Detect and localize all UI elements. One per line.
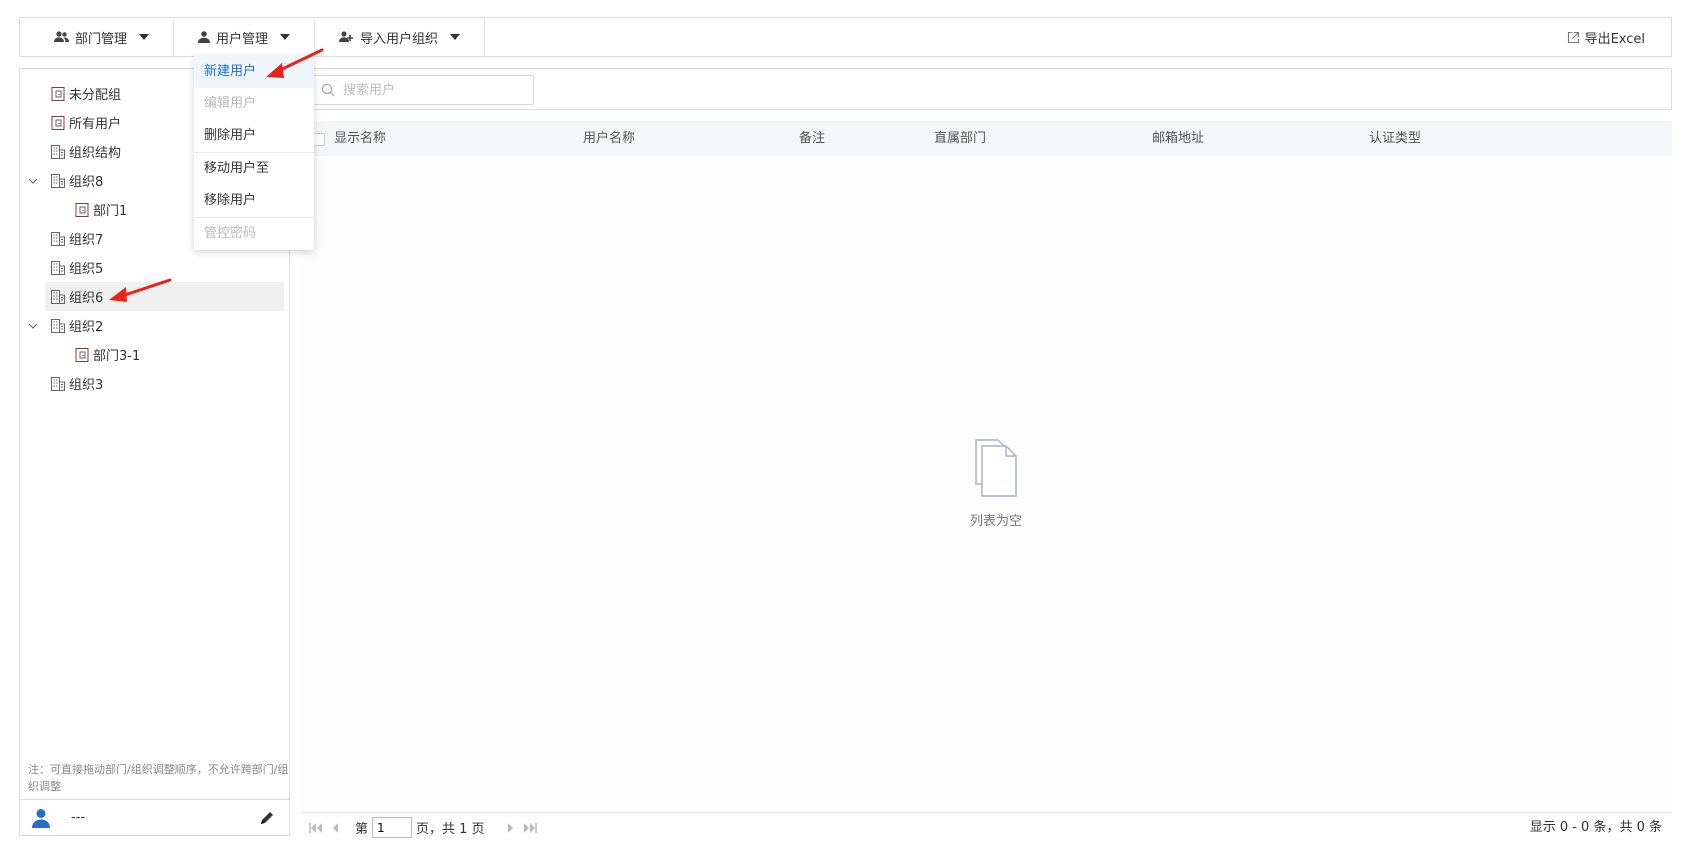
search-input[interactable]: [343, 82, 523, 98]
search-box: [310, 75, 534, 105]
current-user-bar: ---: [20, 799, 289, 835]
menu-item-remove-user[interactable]: 移除用户: [194, 185, 314, 217]
tree-item-org2[interactable]: 组织2: [20, 311, 289, 340]
table-body: 列表为空: [301, 156, 1672, 812]
user-import-icon: [339, 31, 354, 42]
caret-down-icon: [450, 34, 461, 40]
column-header-department[interactable]: 直属部门: [934, 121, 986, 156]
annotation-arrow-icon: [266, 48, 324, 78]
current-user-name: ---: [71, 810, 86, 825]
building-icon: [51, 173, 65, 188]
user-avatar-icon: [32, 808, 50, 828]
group-icon: [75, 347, 89, 362]
group-icon: [75, 202, 89, 217]
annotation-arrow-icon: [109, 278, 172, 302]
search-icon: [321, 83, 335, 97]
empty-state-text: 列表为空: [969, 514, 1022, 529]
caret-down-icon: [280, 34, 291, 40]
tree-item-label: 组织6: [69, 291, 104, 306]
column-header-email[interactable]: 邮箱地址: [1152, 121, 1204, 156]
chevron-down-icon[interactable]: [27, 320, 39, 332]
next-page-icon[interactable]: [507, 822, 515, 834]
tree-item-org3[interactable]: 组织3: [20, 369, 289, 398]
tree-note: 注：可直接拖动部门/组织调整顺序，不允许跨部门/组织调整: [28, 763, 289, 793]
last-page-icon[interactable]: [523, 822, 537, 834]
export-icon: [1567, 31, 1579, 43]
menu-item-move-user[interactable]: 移动用户至: [194, 153, 314, 185]
column-header-remark[interactable]: 备注: [799, 121, 825, 156]
page-number-input[interactable]: [372, 817, 413, 838]
building-icon: [51, 318, 65, 333]
building-icon: [51, 231, 65, 246]
page-total-text: 页，共 1 页: [416, 822, 485, 837]
dept-mgmt-button[interactable]: 部门管理: [20, 18, 175, 56]
menu-item-delete-user[interactable]: 删除用户: [194, 120, 314, 152]
group-icon: [51, 86, 65, 101]
page-prefix: 第: [355, 822, 369, 837]
import-org-label: 导入用户组织: [360, 31, 439, 47]
group-icon: [51, 115, 65, 130]
users-icon: [54, 31, 69, 42]
record-summary: 显示 0 - 0 条，共 0 条: [1529, 820, 1662, 835]
caret-down-icon: [139, 34, 150, 40]
first-page-icon[interactable]: [309, 822, 323, 834]
export-excel-label: 导出Excel: [1584, 31, 1645, 47]
building-icon: [51, 289, 65, 304]
empty-state: 列表为空: [956, 436, 1036, 529]
column-header-username[interactable]: 用户名称: [583, 121, 635, 156]
tree-item-label: 所有用户: [69, 117, 122, 132]
table-header: 显示名称 用户名称 备注 直属部门 邮箱地址 认证类型: [301, 121, 1672, 156]
tree-item-dept3-1[interactable]: 部门3-1: [20, 340, 289, 369]
building-icon: [51, 376, 65, 391]
tree-item-label: 未分配组: [69, 88, 122, 103]
prev-page-icon[interactable]: [331, 822, 339, 834]
column-header-auth-type[interactable]: 认证类型: [1369, 121, 1421, 156]
building-icon: [51, 260, 65, 275]
dept-mgmt-label: 部门管理: [75, 31, 128, 47]
user-mgmt-dropdown: 新建用户 编辑用户 删除用户 移动用户至 移除用户 管控密码: [194, 56, 314, 250]
menu-item-control-password: 管控密码: [204, 226, 257, 241]
pencil-icon[interactable]: [259, 810, 275, 826]
tree-item-label: 组织结构: [69, 146, 122, 161]
empty-document-icon: [975, 439, 1017, 497]
import-org-button[interactable]: 导入用户组织: [315, 18, 486, 56]
user-mgmt-label: 用户管理: [216, 31, 269, 47]
user-icon: [198, 31, 211, 43]
tree-item-label: 组织2: [69, 320, 104, 335]
export-excel-button[interactable]: 导出Excel: [1557, 18, 1671, 56]
tree-item-label: 部门1: [93, 204, 128, 219]
menu-item-edit-user: 编辑用户: [204, 96, 257, 111]
column-header-display-name[interactable]: 显示名称: [334, 121, 386, 156]
tree-item-label: 组织7: [69, 233, 104, 248]
search-bar: [301, 68, 1672, 110]
pagination-bar: 第 页，共 1 页 显示 0 - 0 条，共 0 条: [301, 812, 1672, 842]
tree-item-label: 组织3: [69, 378, 104, 393]
tree-item-label: 部门3-1: [93, 349, 141, 364]
tree-item-label: 组织8: [69, 175, 104, 190]
chevron-down-icon[interactable]: [27, 175, 39, 187]
tree-item-label: 组织5: [69, 262, 104, 277]
building-icon: [51, 144, 65, 159]
